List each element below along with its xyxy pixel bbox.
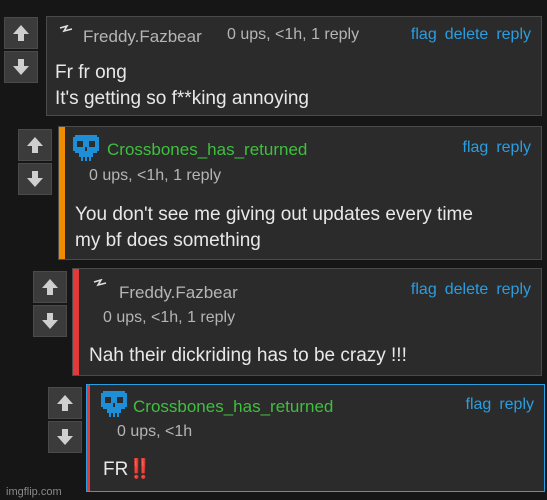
down-arrow-icon xyxy=(27,171,43,187)
down-arrow-icon xyxy=(42,313,58,329)
upvote-button[interactable] xyxy=(18,129,52,161)
comment-actions: flag delete reply xyxy=(411,281,531,299)
downvote-button[interactable] xyxy=(4,51,38,83)
downvote-button[interactable] xyxy=(48,421,82,453)
downvote-button[interactable] xyxy=(18,163,52,195)
downvote-button[interactable] xyxy=(33,305,67,337)
vote-controls xyxy=(4,17,40,83)
flag-link[interactable]: flag xyxy=(463,139,489,157)
down-arrow-icon xyxy=(13,59,29,75)
flag-link[interactable]: flag xyxy=(466,396,492,414)
flag-link[interactable]: flag xyxy=(411,26,437,44)
reply-link[interactable]: reply xyxy=(496,139,531,157)
comment-line: You don't see me giving out updates ever… xyxy=(75,204,473,225)
vote-controls xyxy=(48,387,84,453)
upvote-button[interactable] xyxy=(33,271,67,303)
upvote-button[interactable] xyxy=(48,387,82,419)
comment-line: my bf does something xyxy=(75,230,261,251)
comment-1: Freddy.Fazbear 0 ups, <1h, 1 reply flag … xyxy=(4,16,542,116)
up-arrow-icon xyxy=(42,279,58,295)
up-arrow-icon xyxy=(57,395,73,411)
lightning-icon xyxy=(93,279,107,287)
reply-link[interactable]: reply xyxy=(496,26,531,44)
comment-body: Fr fr ong It's getting so f**king annoyi… xyxy=(55,60,309,112)
comment-3: Freddy.Fazbear 0 ups, <1h, 1 reply flag … xyxy=(33,268,542,376)
comment-body: Nah their dickriding has to be crazy !!! xyxy=(89,343,407,369)
comment-line: Fr fr ong xyxy=(55,62,127,83)
comment-panel: Crossbones_has_returned 0 ups, <1h, 1 re… xyxy=(58,126,542,260)
comment-meta: 0 ups, <1h, 1 reply xyxy=(227,26,360,43)
delete-link[interactable]: delete xyxy=(445,281,489,299)
reply-accent-bar xyxy=(73,269,79,375)
reply-link[interactable]: reply xyxy=(496,281,531,299)
comment-4: Crossbones_has_returned 0 ups, <1h flag … xyxy=(48,384,545,492)
comment-line: It's getting so f**king annoying xyxy=(55,88,309,109)
flag-link[interactable]: flag xyxy=(411,281,437,299)
up-arrow-icon xyxy=(27,137,43,153)
comment-actions: flag reply xyxy=(466,396,534,414)
comment-meta: 0 ups, <1h, 1 reply xyxy=(89,167,222,184)
comment-panel: Crossbones_has_returned 0 ups, <1h flag … xyxy=(86,384,545,492)
reply-accent-bar xyxy=(59,127,65,259)
comment-panel: Freddy.Fazbear 0 ups, <1h, 1 reply flag … xyxy=(72,268,542,376)
delete-link[interactable]: delete xyxy=(445,26,489,44)
up-arrow-icon xyxy=(13,25,29,41)
reply-accent-bar xyxy=(87,385,90,491)
username[interactable]: Crossbones_has_returned xyxy=(107,140,307,160)
down-arrow-icon xyxy=(57,429,73,445)
watermark: imgflip.com xyxy=(6,486,62,498)
reply-link[interactable]: reply xyxy=(499,396,534,414)
comment-line: Nah their dickriding has to be crazy !!! xyxy=(89,345,407,366)
vote-controls xyxy=(18,129,54,195)
comment-text: FR xyxy=(103,459,129,480)
lightning-icon xyxy=(59,25,73,33)
comment-body: FR‼️ xyxy=(103,457,152,483)
comment-panel: Freddy.Fazbear 0 ups, <1h, 1 reply flag … xyxy=(46,16,542,116)
username[interactable]: Freddy.Fazbear xyxy=(119,283,238,303)
upvote-button[interactable] xyxy=(4,17,38,49)
comment-meta: 0 ups, <1h xyxy=(117,423,193,440)
username[interactable]: Freddy.Fazbear xyxy=(83,27,202,47)
double-exclamation-emoji: ‼️ xyxy=(128,459,152,480)
comment-meta: 0 ups, <1h, 1 reply xyxy=(103,309,236,326)
comment-actions: flag delete reply xyxy=(411,26,531,44)
username[interactable]: Crossbones_has_returned xyxy=(133,397,333,417)
skull-icon xyxy=(101,391,127,417)
comment-2: Crossbones_has_returned 0 ups, <1h, 1 re… xyxy=(18,126,542,260)
skull-icon xyxy=(73,135,99,161)
vote-controls xyxy=(33,271,69,337)
comment-body: You don't see me giving out updates ever… xyxy=(75,202,473,254)
comment-actions: flag reply xyxy=(463,139,531,157)
